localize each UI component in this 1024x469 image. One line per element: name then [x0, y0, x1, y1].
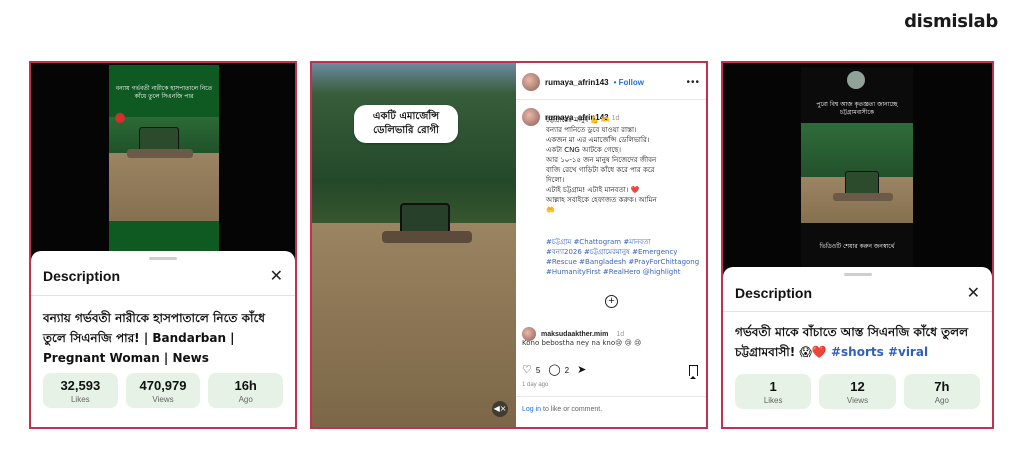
- post-hashtags[interactable]: #চট্টগ্রাম #Chattogram #মানবতা #বন্যা202…: [546, 237, 704, 277]
- share-icon[interactable]: ➤: [577, 364, 586, 376]
- description-hashtags[interactable]: #shorts #viral: [831, 345, 928, 359]
- brand-logo: dismislab: [904, 11, 998, 32]
- login-link[interactable]: Log in: [522, 406, 541, 413]
- people-carrying: [833, 193, 893, 201]
- close-icon[interactable]: ✕: [967, 285, 980, 301]
- avatar[interactable]: [522, 108, 540, 126]
- page: dismislab বন্যায় গর্ভবতী নারীকে হাসপাতা…: [0, 0, 1024, 469]
- comment-text: Kono bebostha ney na kno😢 😢 😢: [522, 339, 642, 347]
- post-username[interactable]: rumaya_afrin143: [545, 78, 609, 87]
- stat-value: 470,979: [139, 378, 187, 393]
- stat-likes: 32,593 Likes: [43, 373, 118, 408]
- stats-row: 1 Likes 12 Views 7h Ago: [735, 374, 980, 409]
- follow-button[interactable]: • Follow: [614, 78, 644, 87]
- stat-label: Likes: [763, 396, 783, 405]
- video-thumbnail: পুরো বিশ্ব আজ কৃতজ্ঞতা জানাচ্ছে চট্টগ্রা…: [801, 67, 913, 267]
- video-player[interactable]: বন্যায় গর্ভবতী নারীকে হাসপাতালে নিতে কা…: [31, 63, 295, 263]
- thumbnail-caption: বন্যায় গর্ভবতী নারীকে হাসপাতালে নিতে কা…: [115, 85, 213, 100]
- divider: [516, 396, 706, 397]
- login-prompt-text: to like or comment.: [541, 406, 603, 413]
- sheet-drag-handle[interactable]: [843, 273, 872, 276]
- post-caption: চট্টগ্রামের মানুষ 💪 🫶 বন্যার পানিতে ডুবে…: [546, 116, 657, 214]
- panel-middle-instagram: একটি এমার্জেন্সি ডেলিভারি রোগী ◀× rumaya…: [310, 61, 708, 429]
- stat-label: Views: [152, 395, 174, 404]
- post-sidebar: rumaya_afrin143 • Follow ••• rumaya_afri…: [516, 63, 706, 427]
- login-prompt: Log in to like or comment.: [522, 406, 602, 413]
- video-thumbnail: বন্যায় গর্ভবতী নারীকে হাসপাতালে নিতে কা…: [109, 65, 219, 251]
- record-icon: [115, 113, 125, 123]
- stat-likes: 1 Likes: [735, 374, 812, 409]
- avatar[interactable]: [522, 73, 540, 91]
- stat-label: Ago: [934, 396, 949, 405]
- channel-avatar: [847, 71, 865, 89]
- description-sheet: Description ✕ বন্যায় গর্ভবতী নারীকে হাস…: [31, 251, 295, 427]
- divider: [31, 295, 295, 296]
- sheet-title: Description: [735, 285, 813, 301]
- stat-value: 1: [769, 379, 777, 394]
- stat-label: Likes: [70, 395, 90, 404]
- divider: [723, 311, 992, 312]
- sheet-drag-handle[interactable]: [149, 257, 177, 260]
- stat-ago: 16h Ago: [208, 373, 284, 408]
- post-header: rumaya_afrin143 • Follow •••: [522, 71, 700, 93]
- flood-water: [312, 223, 516, 427]
- people-carrying: [127, 149, 193, 158]
- video-description: গর্ভবতী মাকে বাঁচাতে আস্ত সিএনজি কাঁধে ত…: [735, 322, 980, 362]
- heart-icon[interactable]: ♡: [522, 364, 532, 376]
- video-description: বন্যায় গর্ভবতী নারীকে হাসপাতালে নিতে কা…: [43, 311, 266, 365]
- comments-count: 2: [564, 365, 570, 375]
- thumbnail-caption-bottom: ভিডিওটি শেয়ার করুন জনস্বার্থে: [819, 243, 895, 250]
- panel-left-shorts: বন্যায় গর্ভবতী নারীকে হাসপাতালে নিতে কা…: [29, 61, 297, 429]
- stat-views: 12 Views: [819, 374, 896, 409]
- stat-label: Views: [846, 396, 869, 405]
- likes-count: 5: [535, 365, 541, 375]
- bookmark-icon[interactable]: [689, 364, 698, 379]
- video-caption-bubble: একটি এমার্জেন্সি ডেলিভারি রোগী: [354, 105, 458, 143]
- stat-ago: 7h Ago: [903, 374, 980, 409]
- more-options-icon[interactable]: •••: [686, 77, 700, 88]
- action-bar: ♡ 5 ◯ 2 ➤: [522, 363, 698, 379]
- load-more-comments-icon[interactable]: +: [605, 295, 618, 308]
- thumbnail-caption-top: পুরো বিশ্ব আজ কৃতজ্ঞতা জানাচ্ছে চট্টগ্রা…: [816, 101, 898, 116]
- stat-label: Ago: [238, 395, 253, 404]
- mute-icon[interactable]: ◀×: [492, 401, 508, 417]
- video-player[interactable]: পুরো বিশ্ব আজ কৃতজ্ঞতা জানাচ্ছে চট্টগ্রা…: [723, 63, 992, 273]
- divider: [516, 99, 706, 100]
- comment-icon[interactable]: ◯: [548, 364, 560, 376]
- stats-row: 32,593 Likes 470,979 Views 16h Ago: [43, 373, 284, 408]
- stat-views: 470,979 Views: [125, 373, 201, 408]
- panel-right-shorts: পুরো বিশ্ব আজ কৃতজ্ঞতা জানাচ্ছে চট্টগ্রা…: [721, 61, 994, 429]
- close-icon[interactable]: ✕: [270, 268, 283, 284]
- description-sheet: Description ✕ গর্ভবতী মাকে বাঁচাতে আস্ত …: [723, 267, 992, 427]
- sheet-title: Description: [43, 268, 121, 284]
- stat-value: 7h: [934, 379, 950, 394]
- post-age: 1 day ago: [522, 382, 549, 388]
- stat-value: 16h: [234, 378, 257, 393]
- comment-username[interactable]: maksudaakther.mim: [541, 331, 608, 338]
- people-carrying: [382, 231, 472, 243]
- stat-value: 12: [850, 379, 865, 394]
- comment-time: 1d: [616, 330, 625, 338]
- post-video[interactable]: একটি এমার্জেন্সি ডেলিভারি রোগী ◀×: [312, 63, 516, 427]
- stat-value: 32,593: [60, 378, 101, 393]
